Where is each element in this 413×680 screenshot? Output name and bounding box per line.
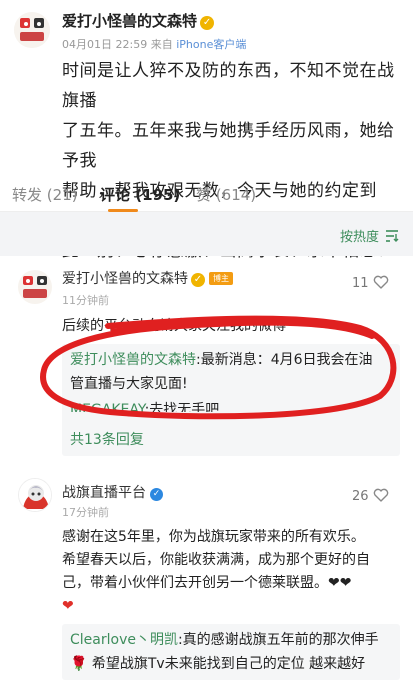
blogger-badge: 博主 bbox=[209, 272, 233, 285]
comment-time: 17分钟前 bbox=[62, 506, 109, 519]
tab-comments[interactable]: 评论 (195) bbox=[100, 184, 180, 205]
reply-user[interactable]: 爱打小怪兽的文森特 bbox=[70, 352, 196, 368]
post-author-name[interactable]: 爱打小怪兽的文森特 ✓ bbox=[62, 10, 215, 31]
tab-comments-count: (195) bbox=[135, 186, 181, 204]
comment-text-line: ❤ bbox=[62, 598, 74, 614]
comment-text: 感谢在这5年里，你为战旗玩家带来的所有欢乐。 希望春天以后，你能收获满满，成为那… bbox=[62, 526, 396, 618]
reply-preview-box[interactable]: 爱打小怪兽的文森特:最新消息：4月6日我会在油 管直播与大家见面! MEGAKE… bbox=[62, 344, 400, 456]
post-author-label: 爱打小怪兽的文森特 bbox=[62, 12, 198, 30]
reply-preview-box[interactable]: Clearlove丶明凯:真的感谢战旗五年前的那次伸手 🌹 希望战旗Tv未来能找… bbox=[62, 624, 400, 680]
post-meta: 04月01日 22:59 来自 iPhone客户端 bbox=[62, 36, 246, 52]
comment-author-name[interactable]: 战旗直播平台 ✓ bbox=[62, 482, 163, 502]
reply-user[interactable]: Clearlove丶明凯 bbox=[70, 632, 178, 648]
verified-gold-icon: ✓ bbox=[200, 16, 215, 30]
reply-line: 🌹 希望战旗Tv未来能找到自己的定位 越来越好 bbox=[70, 652, 394, 676]
tab-reposts-count: (21) bbox=[46, 186, 78, 204]
sort-label: 按热度 bbox=[339, 230, 379, 245]
comment-text-line: 己，带着小伙伴们去开创另一个德莱联盟。❤❤ bbox=[62, 572, 396, 595]
tab-bar: 转发 (21) 评论 (195) 赞 (614) bbox=[0, 176, 413, 212]
comment-like-count: 26 bbox=[352, 489, 369, 504]
comment-text-span: 己，带着小伙伴们去开创另一个德莱联盟。❤❤ bbox=[62, 575, 352, 591]
reply-line: Clearlove丶明凯:真的感谢战旗五年前的那次伸手 bbox=[70, 628, 394, 652]
post-text-line: 时间是让人猝不及防的东西，不知不觉在战旗播 bbox=[62, 61, 395, 111]
comment-avatar[interactable] bbox=[18, 478, 52, 512]
comment-avatar[interactable] bbox=[18, 270, 52, 304]
heart-icon bbox=[373, 488, 388, 502]
author-avatar[interactable] bbox=[14, 12, 50, 48]
reply-user[interactable]: MEGAKEAY bbox=[70, 402, 145, 412]
reply-text: :去找无手吧 bbox=[144, 402, 220, 412]
comment-like-button[interactable]: 26 bbox=[352, 488, 389, 504]
comment-text-line: 希望春天以后，你能收获满满，成为那个更好的自 bbox=[62, 552, 370, 568]
tab-reposts[interactable]: 转发 (21) bbox=[12, 184, 78, 205]
post-from-label: 来自 bbox=[150, 38, 173, 51]
more-replies-link[interactable]: 共13条回复 bbox=[70, 428, 394, 452]
post-date: 04月01日 22:59 bbox=[62, 38, 148, 51]
comment-author-label: 战旗直播平台 bbox=[62, 485, 146, 501]
comment-author-label: 爱打小怪兽的文森特 bbox=[62, 271, 188, 287]
comment-text-line: 感谢在这5年里，你为战旗玩家带来的所有欢乐。 bbox=[62, 529, 365, 545]
comment-like-count: 11 bbox=[352, 276, 369, 291]
reply-line: 管直播与大家见面! bbox=[70, 372, 394, 396]
reply-text: 管直播与大家见面! bbox=[70, 376, 188, 392]
heart-icon bbox=[373, 275, 388, 289]
tab-likes[interactable]: 赞 (614) bbox=[196, 184, 256, 205]
tab-likes-count: (614) bbox=[215, 186, 257, 204]
reply-text: 🌹 希望战旗Tv未来能找到自己的定位 越来越好 bbox=[70, 656, 366, 672]
post-header: 爱打小怪兽的文森特 ✓ 04月01日 22:59 来自 iPhone客户端 bbox=[0, 0, 413, 56]
verified-gold-icon: ✓ bbox=[191, 273, 205, 287]
comment-text: 后续的平台动向请大家关注我的微博 bbox=[62, 318, 286, 334]
comment-time: 11分钟前 bbox=[62, 294, 109, 307]
tab-reposts-label: 转发 bbox=[12, 186, 43, 204]
reply-text: :真的感谢战旗五年前的那次伸手 bbox=[177, 632, 379, 648]
reply-text: :最新消息：4月6日我会在油 bbox=[196, 352, 373, 368]
tab-comments-label: 评论 bbox=[100, 186, 131, 204]
sort-by-hot-button[interactable]: 按热度 bbox=[340, 226, 399, 245]
reply-line: 爱打小怪兽的文森特:最新消息：4月6日我会在油 bbox=[70, 348, 394, 372]
reply-line: MEGAKEAY:去找无手吧 bbox=[70, 398, 394, 412]
comment-like-button[interactable]: 11 bbox=[352, 275, 389, 291]
post-client[interactable]: iPhone客户端 bbox=[176, 38, 246, 51]
comment-author-name[interactable]: 爱打小怪兽的文森特 ✓ 博主 bbox=[62, 268, 233, 288]
tab-likes-label: 赞 bbox=[196, 186, 212, 204]
sort-icon bbox=[386, 230, 399, 242]
verified-blue-icon: ✓ bbox=[150, 488, 163, 501]
post-text-line: 了五年。五年来我与她携手经历风雨，她给予我 bbox=[62, 121, 395, 171]
